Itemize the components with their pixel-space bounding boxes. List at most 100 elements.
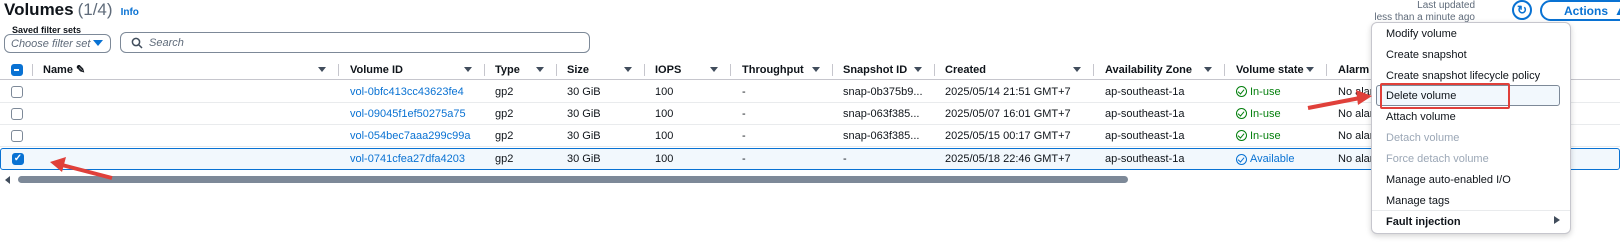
sort-icon[interactable] xyxy=(624,67,632,72)
column-iops[interactable]: IOPS xyxy=(655,60,681,79)
check-circle-icon xyxy=(1236,86,1247,97)
last-updated-label: Last updated xyxy=(1417,0,1475,11)
menu-item-detach-volume: Detach volume xyxy=(1386,131,1460,144)
volume-id-link[interactable]: vol-0741cfea27dfa4203 xyxy=(350,149,465,169)
saved-filter-placeholder: Choose filter set xyxy=(11,37,91,50)
column-created[interactable]: Created xyxy=(945,60,986,79)
cell-iops: 100 xyxy=(655,153,674,165)
cell-alarm-status: No alar xyxy=(1338,85,1374,98)
sort-icon[interactable] xyxy=(464,67,472,72)
caret-down-icon xyxy=(93,40,103,46)
cell-throughput: - xyxy=(742,153,746,165)
saved-filter-set-select[interactable]: Choose filter set xyxy=(4,34,111,53)
cell-size: 30 GiB xyxy=(567,153,601,165)
sort-icon[interactable] xyxy=(914,67,922,72)
search-icon xyxy=(131,37,143,49)
column-volume-state[interactable]: Volume state xyxy=(1236,60,1304,79)
select-all-checkbox[interactable] xyxy=(11,64,23,76)
column-size[interactable]: Size xyxy=(567,60,589,79)
cell-throughput: - xyxy=(742,107,746,120)
chevron-up-icon: ▲ xyxy=(1614,3,1620,18)
cell-alarm-status: No alar xyxy=(1338,129,1374,142)
column-name[interactable]: Name ✎ xyxy=(43,60,85,79)
cell-created: 2025/05/15 00:17 GMT+7 xyxy=(945,129,1071,142)
cell-type: gp2 xyxy=(495,85,514,98)
volume-id-link[interactable]: vol-054bec7aaa299c99a xyxy=(350,125,471,146)
cell-snapshot-id: snap-063f385... xyxy=(843,129,920,142)
cell-availability-zone: ap-southeast-1a xyxy=(1105,85,1185,98)
chevron-right-icon xyxy=(1554,216,1560,224)
selection-count: (1/4) xyxy=(77,0,113,19)
actions-menu: Modify volume Create snapshot Create sna… xyxy=(1371,22,1571,234)
check-circle-icon xyxy=(1236,153,1247,165)
cell-iops: 100 xyxy=(655,107,674,120)
cell-iops: 100 xyxy=(655,129,674,142)
cell-snapshot-id: - xyxy=(843,153,847,165)
menu-item-manage-auto-enabled-io[interactable]: Manage auto-enabled I/O xyxy=(1386,169,1511,190)
sort-icon[interactable] xyxy=(1073,67,1081,72)
edit-icon: ✎ xyxy=(76,64,86,76)
cell-iops: 100 xyxy=(655,85,674,98)
cell-created: 2025/05/14 21:51 GMT+7 xyxy=(945,85,1071,98)
column-volume-id[interactable]: Volume ID xyxy=(350,60,403,79)
volume-id-link[interactable]: vol-0bfc413cc43623fe4 xyxy=(350,81,464,102)
cell-size: 30 GiB xyxy=(567,107,601,120)
cell-alarm-status: No alar xyxy=(1338,107,1374,120)
cell-snapshot-id: snap-063f385... xyxy=(843,107,920,120)
page-header: Volumes (1/4) Info xyxy=(4,0,139,22)
page-title: Volumes xyxy=(4,0,74,19)
cell-alarm-status: No alar xyxy=(1338,153,1374,165)
menu-item-create-snapshot[interactable]: Create snapshot xyxy=(1386,44,1467,65)
cell-type: gp2 xyxy=(495,129,514,142)
refresh-button[interactable]: ↻ xyxy=(1512,0,1532,20)
column-type[interactable]: Type xyxy=(495,60,520,79)
actions-label: Actions xyxy=(1564,3,1609,18)
cell-volume-state: In-use xyxy=(1236,81,1281,102)
sort-icon[interactable] xyxy=(536,67,544,72)
cell-snapshot-id: snap-0b375b9... xyxy=(843,85,923,98)
cell-availability-zone: ap-southeast-1a xyxy=(1105,129,1185,142)
cell-created: 2025/05/18 22:46 GMT+7 xyxy=(945,153,1071,165)
menu-item-modify-volume[interactable]: Modify volume xyxy=(1386,23,1457,44)
cell-throughput: - xyxy=(742,85,746,98)
annotation-highlight-box xyxy=(1380,83,1510,109)
cell-size: 30 GiB xyxy=(567,85,601,98)
search-placeholder: Search xyxy=(149,36,184,49)
column-availability-zone[interactable]: Availability Zone xyxy=(1105,60,1192,79)
row-checkbox[interactable] xyxy=(11,130,23,142)
check-circle-icon xyxy=(1236,130,1247,141)
volume-id-link[interactable]: vol-09045f1ef50275a75 xyxy=(350,103,466,124)
actions-button[interactable]: Actions ▲ xyxy=(1540,0,1620,21)
cell-volume-state: In-use xyxy=(1236,125,1281,146)
info-link[interactable]: Info xyxy=(121,7,139,18)
cell-volume-state: Available xyxy=(1236,149,1294,169)
search-input[interactable]: Search xyxy=(120,32,590,53)
cell-volume-state: In-use xyxy=(1236,103,1281,124)
cell-availability-zone: ap-southeast-1a xyxy=(1105,107,1185,120)
row-checkbox[interactable] xyxy=(11,108,23,120)
menu-group-fault-injection[interactable]: Fault injection xyxy=(1386,211,1461,232)
scroll-left-arrow-icon[interactable] xyxy=(5,176,10,184)
row-checkbox[interactable] xyxy=(11,86,23,98)
cell-type: gp2 xyxy=(495,153,514,165)
menu-item-force-detach-volume: Force detach volume xyxy=(1386,152,1489,165)
last-updated: Last updated less than a minute ago xyxy=(1374,0,1475,24)
cell-created: 2025/05/07 16:01 GMT+7 xyxy=(945,107,1071,120)
sort-icon[interactable] xyxy=(1204,67,1212,72)
sort-icon[interactable] xyxy=(1306,67,1314,72)
refresh-icon: ↻ xyxy=(1516,3,1528,17)
cell-availability-zone: ap-southeast-1a xyxy=(1105,153,1185,165)
menu-item-manage-tags[interactable]: Manage tags xyxy=(1386,190,1450,211)
cell-throughput: - xyxy=(742,129,746,142)
cell-size: 30 GiB xyxy=(567,129,601,142)
row-checkbox-checked[interactable]: ✓ xyxy=(12,153,24,165)
sort-icon[interactable] xyxy=(812,67,820,72)
column-snapshot-id[interactable]: Snapshot ID xyxy=(843,60,907,79)
cell-type: gp2 xyxy=(495,107,514,120)
check-circle-icon xyxy=(1236,108,1247,119)
menu-item-attach-volume[interactable]: Attach volume xyxy=(1386,106,1456,127)
column-throughput[interactable]: Throughput xyxy=(742,60,804,79)
horizontal-scrollbar[interactable] xyxy=(18,176,1128,183)
sort-icon[interactable] xyxy=(710,67,718,72)
sort-icon[interactable] xyxy=(318,67,326,72)
